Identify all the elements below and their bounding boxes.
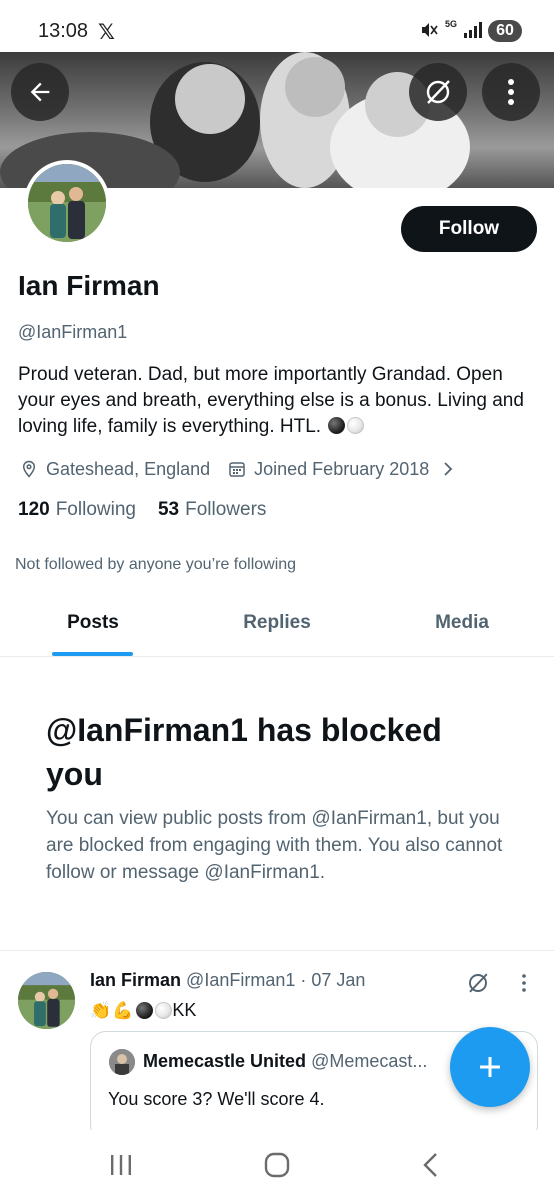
tab-replies[interactable]: Replies	[232, 612, 322, 634]
status-bar: 13:08 𝕏 5G 60	[0, 0, 554, 52]
mute-icon	[422, 23, 438, 37]
network-type: 5G	[445, 19, 458, 29]
location-pin-icon	[22, 460, 36, 478]
profile-meta: Gateshead, England Joined February 2018	[20, 456, 455, 482]
following-label: Following	[55, 499, 136, 520]
blocked-description: You can view public posts from @IanFirma…	[46, 808, 503, 883]
back-button[interactable]	[11, 63, 69, 121]
followers-count: 53	[157, 499, 180, 520]
x-logo-icon: 𝕏	[98, 21, 115, 44]
avatar-photo	[109, 1049, 135, 1075]
avatar-photo	[18, 972, 75, 1029]
signal-icon	[464, 22, 482, 38]
profile-handle: @IanFirman1	[18, 322, 128, 342]
quote-text: You score 3? We'll score 4.	[108, 1089, 325, 1109]
profile-bio: Proud veteran. Dad, but more importantly…	[18, 362, 538, 440]
post-author-avatar[interactable]	[18, 972, 75, 1029]
following-count: 120	[18, 499, 50, 520]
compose-button[interactable]	[450, 1027, 530, 1107]
profile-location: Gateshead, England	[46, 458, 211, 479]
home-icon[interactable]	[263, 1151, 291, 1179]
follow-button[interactable]: Follow	[401, 206, 537, 252]
quote-author-avatar	[109, 1049, 135, 1075]
bio-text: Proud veteran. Dad, but more importantly…	[18, 364, 524, 437]
profile-joined: Joined February 2018	[254, 458, 430, 479]
black-circle-emoji	[328, 417, 346, 434]
post-text: 👏 💪 KK	[90, 1000, 196, 1021]
arrow-left-icon	[30, 82, 50, 102]
muscle-emoji: 💪	[112, 1000, 134, 1020]
black-circle-emoji	[136, 1002, 154, 1019]
more-options-button[interactable]	[482, 63, 540, 121]
more-vertical-icon	[508, 79, 514, 105]
grok-button[interactable]	[409, 63, 467, 121]
follow-stats: 120 Following 53 Followers	[18, 499, 288, 521]
divider	[0, 950, 554, 951]
not-followed-notice: Not followed by anyone you’re following	[15, 556, 297, 573]
profile-tabs: Posts Replies Media	[0, 596, 554, 657]
white-circle-emoji	[347, 417, 365, 434]
battery-indicator: 60	[488, 20, 522, 42]
recents-icon[interactable]	[108, 1154, 134, 1176]
following-link[interactable]: 120 Following	[18, 499, 136, 521]
chevron-right-icon[interactable]	[441, 460, 455, 478]
clap-emoji: 👏	[90, 1000, 112, 1020]
quote-author-name: Memecastle United	[143, 1051, 307, 1071]
quote-author-handle: @Memecast...	[311, 1051, 428, 1071]
white-circle-emoji	[155, 1002, 173, 1019]
post-author-meta: @IanFirman1 · 07 Jan	[186, 970, 366, 990]
tab-posts[interactable]: Posts	[53, 612, 133, 634]
quote-author: Memecastle United @Memecast...	[143, 1051, 427, 1072]
more-vertical-icon[interactable]	[518, 972, 530, 994]
post-header: Ian Firman @IanFirman1 · 07 Jan	[90, 970, 365, 991]
post-author-name[interactable]: Ian Firman	[90, 970, 181, 990]
profile-avatar[interactable]	[24, 160, 110, 246]
grok-icon[interactable]	[466, 971, 490, 995]
post-text-suffix: KK	[172, 1000, 197, 1020]
followers-label: Followers	[185, 499, 267, 520]
plus-icon	[480, 1057, 500, 1077]
tab-media[interactable]: Media	[420, 612, 504, 634]
status-time: 13:08	[38, 20, 89, 42]
avatar-photo	[28, 164, 106, 242]
system-nav-bar	[0, 1130, 554, 1200]
followers-link[interactable]: 53 Followers	[158, 499, 266, 521]
back-nav-icon[interactable]	[420, 1152, 442, 1178]
active-tab-indicator	[52, 652, 133, 656]
profile-name: Ian Firman	[18, 270, 160, 301]
calendar-icon	[229, 462, 245, 477]
blocked-title: @IanFirman1 has blocked you	[46, 712, 442, 792]
grok-icon	[426, 80, 450, 104]
